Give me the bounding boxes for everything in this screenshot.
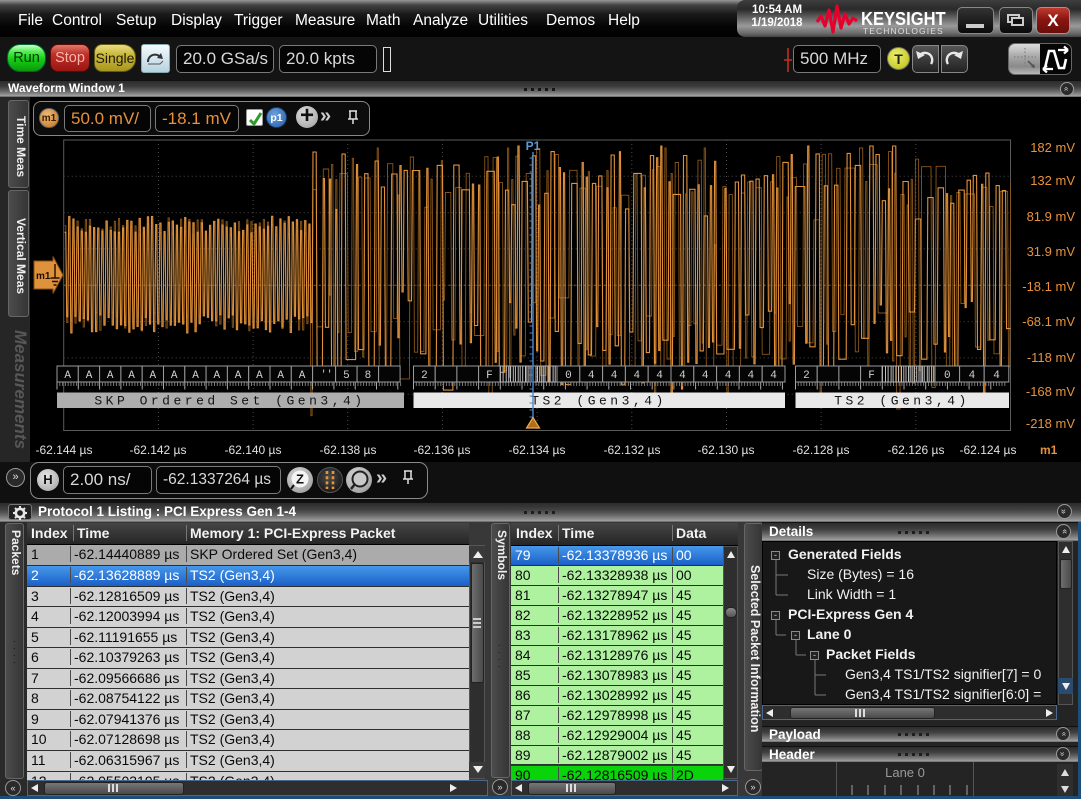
svg-text:F: F	[486, 370, 493, 382]
svg-text:4: 4	[633, 370, 640, 382]
svg-text:2: 2	[421, 370, 428, 382]
svg-text:A: A	[107, 370, 114, 382]
svg-text:4: 4	[656, 370, 663, 382]
svg-text:4: 4	[725, 370, 732, 382]
svg-text:A: A	[213, 370, 220, 382]
svg-text:4: 4	[679, 370, 686, 382]
svg-text:4: 4	[611, 370, 618, 382]
svg-text:4: 4	[969, 370, 976, 382]
svg-text:4: 4	[702, 370, 709, 382]
svg-text:A: A	[299, 370, 306, 382]
svg-text:A: A	[128, 370, 135, 382]
svg-text:A: A	[192, 370, 199, 382]
svg-text:m1: m1	[36, 271, 51, 282]
svg-text:'': ''	[321, 369, 333, 381]
svg-text:A: A	[277, 370, 284, 382]
svg-text:A: A	[171, 370, 178, 382]
svg-text:Z: Z	[296, 472, 304, 487]
svg-text:A: A	[235, 370, 242, 382]
svg-text:A: A	[86, 370, 93, 382]
svg-text:4: 4	[770, 370, 777, 382]
svg-text:0: 0	[944, 370, 951, 382]
svg-text:2: 2	[803, 370, 810, 382]
svg-text:4: 4	[747, 370, 754, 382]
svg-text:4: 4	[588, 370, 595, 382]
svg-text:0: 0	[565, 370, 572, 382]
svg-text:A: A	[256, 370, 263, 382]
svg-text:TS2 (Gen3,4): TS2 (Gen3,4)	[531, 394, 667, 409]
svg-text:TS2 (Gen3,4): TS2 (Gen3,4)	[834, 394, 970, 409]
svg-text:F: F	[868, 370, 875, 382]
svg-text:8: 8	[365, 370, 372, 382]
svg-text:SKP Ordered Set (Gen3,4): SKP Ordered Set (Gen3,4)	[94, 394, 365, 409]
svg-text:P1: P1	[526, 139, 541, 153]
svg-text:A: A	[149, 370, 156, 382]
svg-text:A: A	[64, 370, 71, 382]
svg-text:5: 5	[343, 370, 350, 382]
svg-text:4: 4	[993, 370, 1000, 382]
